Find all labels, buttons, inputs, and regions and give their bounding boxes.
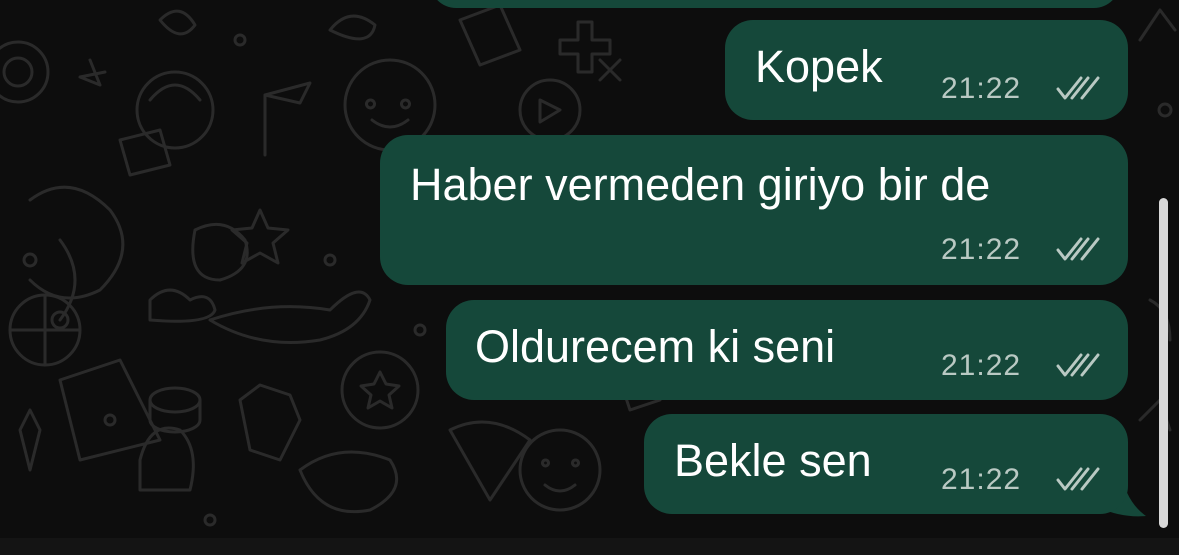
message-timestamp: 21:22 bbox=[941, 349, 1022, 382]
message-text: Kopek bbox=[755, 41, 883, 92]
message-bubble[interactable]: Bekle sen 21:22 bbox=[644, 414, 1128, 514]
input-bar-edge bbox=[0, 538, 1179, 555]
message-bubble[interactable]: Kopek 21:22 bbox=[725, 20, 1128, 120]
message-text: Bekle sen bbox=[674, 435, 872, 486]
double-check-icon bbox=[1056, 467, 1100, 491]
message-timestamp: 21:22 bbox=[941, 463, 1022, 496]
message-bubble[interactable]: Haber vermeden giriyo bir de 21:22 bbox=[380, 135, 1128, 285]
message-text: Oldurecem ki seni bbox=[475, 321, 836, 372]
double-check-icon bbox=[1056, 353, 1100, 377]
message-text: Haber vermeden giriyo bir de bbox=[410, 159, 991, 210]
scrollbar-thumb[interactable] bbox=[1159, 198, 1168, 528]
message-timestamp: 21:22 bbox=[941, 72, 1022, 105]
message-timestamp: 21:22 bbox=[941, 233, 1022, 266]
message-bubble[interactable]: Oldurecem ki seni 21:22 bbox=[446, 300, 1128, 400]
double-check-icon bbox=[1056, 76, 1100, 100]
double-check-icon bbox=[1056, 237, 1100, 261]
chat-area[interactable]: Kopek 21:22 Haber vermeden giriyo bir de… bbox=[0, 0, 1179, 538]
previous-message-bubble bbox=[430, 0, 1120, 8]
